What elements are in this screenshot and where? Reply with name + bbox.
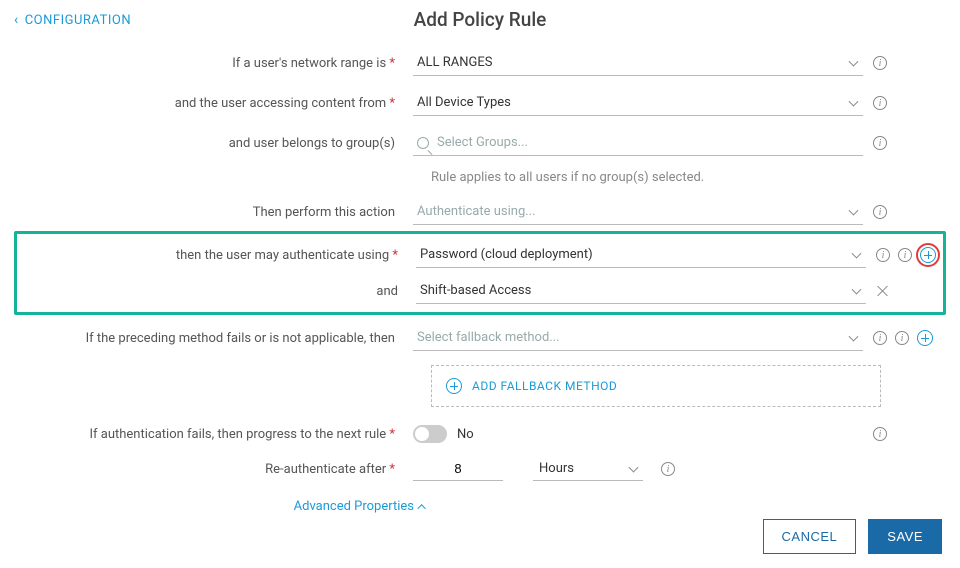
- info-icon[interactable]: [873, 56, 887, 70]
- info-icon[interactable]: [873, 205, 887, 219]
- chevron-up-icon: [417, 504, 425, 512]
- label-network-range: If a user's network range is: [18, 56, 413, 71]
- action-select[interactable]: Authenticate using...: [413, 199, 863, 225]
- fallback-select[interactable]: Select fallback method...: [413, 325, 863, 351]
- info-icon[interactable]: [873, 427, 887, 441]
- label-device-type: and the user accessing content from: [18, 96, 413, 111]
- info-icon[interactable]: [895, 331, 909, 345]
- progress-next-toggle[interactable]: [413, 425, 447, 443]
- info-icon[interactable]: [873, 331, 887, 345]
- info-icon[interactable]: [898, 248, 912, 262]
- info-icon[interactable]: [876, 248, 890, 262]
- remove-auth-method-button[interactable]: [876, 284, 890, 298]
- auth-methods-highlight: then the user may authenticate using Pas…: [14, 231, 946, 315]
- label-progress-next: If authentication fails, then progress t…: [18, 427, 413, 442]
- network-range-select[interactable]: ALL RANGES: [413, 50, 863, 76]
- advanced-properties-label: Advanced Properties: [294, 499, 414, 514]
- auth-method-select-1[interactable]: Password (cloud deployment): [416, 242, 866, 268]
- info-icon[interactable]: [873, 136, 887, 150]
- info-icon[interactable]: [873, 96, 887, 110]
- label-action: Then perform this action: [18, 205, 413, 220]
- reauth-unit-select[interactable]: Hours: [533, 457, 643, 481]
- cancel-button[interactable]: CANCEL: [763, 519, 857, 554]
- label-groups: and user belongs to group(s): [18, 136, 413, 151]
- search-icon: [417, 137, 429, 149]
- label-auth-using: then the user may authenticate using: [21, 248, 416, 263]
- groups-multiselect[interactable]: Select Groups...: [413, 130, 863, 156]
- chevron-left-icon: ‹: [14, 12, 19, 28]
- label-and: and: [21, 284, 416, 299]
- device-type-select[interactable]: All Device Types: [413, 90, 863, 116]
- plus-icon: [446, 378, 462, 394]
- add-auth-method-button[interactable]: [920, 247, 936, 263]
- groups-hint: Rule applies to all users if no group(s)…: [431, 170, 942, 185]
- add-fallback-method-button[interactable]: [917, 330, 933, 346]
- back-link-label: Configuration: [25, 13, 131, 28]
- page-title: Add Policy Rule: [414, 8, 547, 31]
- back-link[interactable]: ‹ Configuration: [14, 12, 131, 28]
- groups-placeholder: Select Groups...: [437, 135, 528, 150]
- label-reauth-after: Re-authenticate after: [18, 462, 413, 477]
- auth-method-select-2[interactable]: Shift-based Access: [416, 278, 866, 304]
- label-fallback: If the preceding method fails or is not …: [18, 331, 413, 346]
- add-fallback-label: Add fallback method: [472, 379, 617, 393]
- info-icon[interactable]: [661, 462, 675, 476]
- save-button[interactable]: SAVE: [868, 519, 942, 554]
- reauth-value-input[interactable]: [413, 457, 503, 481]
- progress-next-state: No: [457, 427, 474, 442]
- add-fallback-button[interactable]: Add fallback method: [431, 365, 881, 407]
- advanced-properties-toggle[interactable]: Advanced Properties: [294, 499, 426, 514]
